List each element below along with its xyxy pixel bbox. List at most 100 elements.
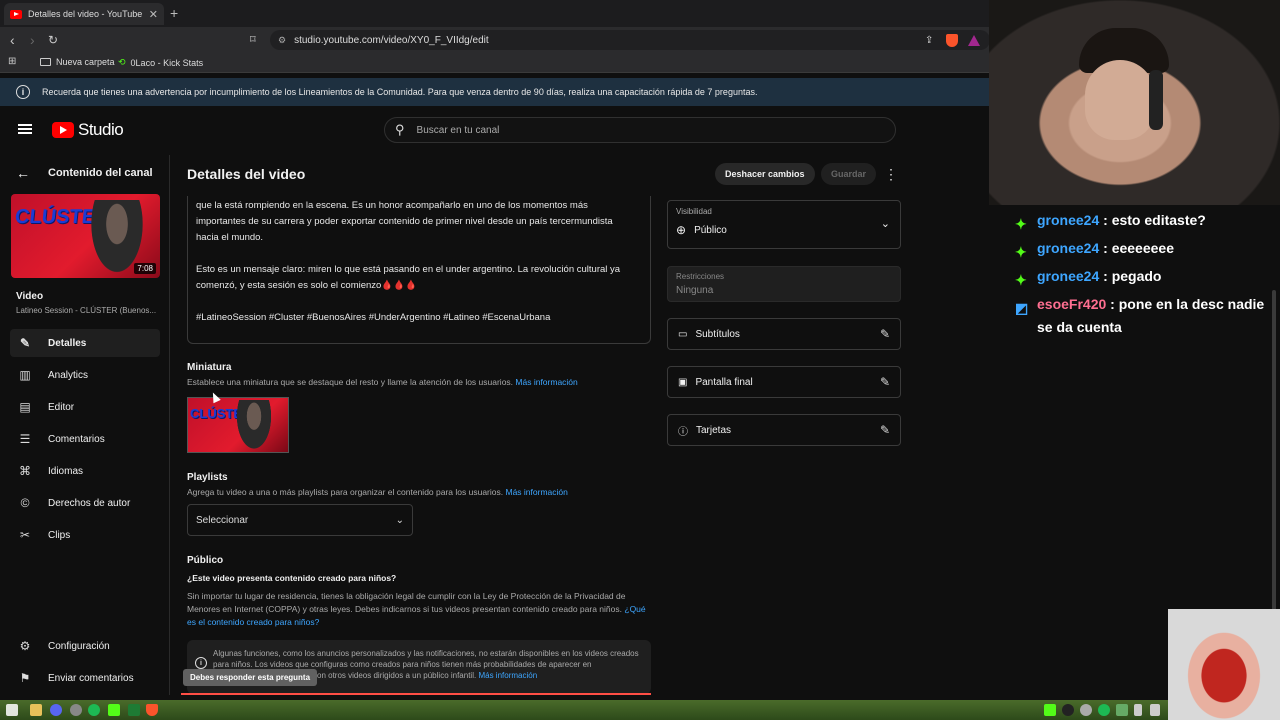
chat-message: ✦ gronee24 : eeeeeeee bbox=[1015, 237, 1267, 260]
sidebar-item-details[interactable]: ✎ Detalles bbox=[10, 329, 160, 357]
info-card-icon: ⓘ bbox=[678, 426, 688, 438]
sidebar-item-label: Comentarios bbox=[48, 433, 105, 445]
studio-logo[interactable]: Studio bbox=[52, 120, 124, 140]
coppa-text: Sin importar tu lugar de residencia, tie… bbox=[187, 590, 653, 629]
cards-card[interactable]: ⓘ Tarjetas ✎ bbox=[667, 414, 901, 446]
webcam-overlay bbox=[989, 0, 1280, 205]
thumbnail-option[interactable]: CLÚSTER bbox=[187, 397, 289, 453]
banner-text: Recuerda que tienes una advertencia por … bbox=[42, 87, 758, 97]
more-options-icon[interactable]: ⋮ bbox=[884, 166, 898, 183]
tray-app-icon[interactable] bbox=[1080, 704, 1092, 716]
feedback-icon: ⚑ bbox=[19, 671, 31, 685]
tab-title: Detalles del video - YouTube Stu bbox=[28, 9, 143, 19]
back-label: Contenido del canal bbox=[48, 167, 153, 179]
file-explorer-icon[interactable] bbox=[30, 704, 42, 716]
playlists-sub-text: Agrega tu video a una o más playlists pa… bbox=[187, 487, 504, 497]
playlist-select[interactable]: Seleccionar ⌄ bbox=[187, 504, 413, 536]
search-input[interactable]: ⚲ Buscar en tu canal bbox=[384, 117, 896, 143]
playlists-more-info-link[interactable]: Más información bbox=[505, 487, 567, 497]
reload-icon[interactable]: ↻ bbox=[48, 33, 58, 47]
bookmark-kick-stats[interactable]: ⟲ 0Laco - Kick Stats bbox=[118, 57, 203, 68]
sidebar-item-label: Detalles bbox=[48, 337, 87, 349]
warning-banner[interactable]: i Recuerda que tienes una advertencia po… bbox=[0, 78, 989, 106]
windows-start-icon[interactable] bbox=[6, 704, 18, 716]
pencil-icon[interactable]: ✎ bbox=[880, 375, 890, 389]
visibility-card[interactable]: Visibilidad ⊕ Público ⌄ bbox=[667, 200, 901, 249]
subscriber-badge-icon: ◩ bbox=[1015, 300, 1029, 316]
chat-text: : pegado bbox=[1103, 268, 1162, 284]
headset-shape bbox=[1149, 70, 1163, 130]
notice-more-info-link[interactable]: Más información bbox=[478, 671, 537, 680]
chat-message: ✦ gronee24 : pegado bbox=[1015, 265, 1267, 288]
thumbnail-more-info-link[interactable]: Más información bbox=[515, 377, 577, 387]
pencil-icon[interactable]: ✎ bbox=[880, 423, 890, 437]
playlists-heading: Playlists bbox=[187, 472, 228, 483]
new-tab-icon[interactable]: + bbox=[170, 5, 178, 21]
save-button[interactable]: Guardar bbox=[821, 163, 877, 185]
undo-changes-button[interactable]: Deshacer cambios bbox=[715, 163, 815, 185]
url-field[interactable]: ⚙ studio.youtube.com/video/XY0_F_VIIdg/e… bbox=[270, 30, 990, 50]
secondary-camera-overlay bbox=[1168, 609, 1280, 720]
sidebar-item-analytics[interactable]: ▥ Analytics bbox=[10, 361, 160, 389]
sidebar-item-feedback[interactable]: ⚑ Enviar comentarios bbox=[10, 664, 160, 692]
sidebar-item-label: Clips bbox=[48, 529, 71, 541]
browser-tab[interactable]: Detalles del video - YouTube Stu ✕ bbox=[4, 3, 164, 25]
pencil-icon: ✎ bbox=[19, 336, 31, 350]
error-outline bbox=[181, 693, 651, 695]
site-info-icon[interactable]: ⚙ bbox=[278, 35, 286, 46]
brave-shield-icon[interactable] bbox=[946, 33, 958, 47]
thumbnail-heading: Miniatura bbox=[187, 362, 232, 373]
end-screen-icon: ▣ bbox=[678, 376, 688, 388]
sidebar-item-settings[interactable]: ⚙ Configuración bbox=[10, 632, 160, 660]
chat-text: : esto editaste? bbox=[1103, 212, 1206, 228]
subtitles-label: Subtítulos bbox=[695, 328, 740, 340]
kick-logo-icon: ⟲ bbox=[118, 57, 126, 67]
bookmarks-bar: ⊞ Nueva carpeta ⟲ 0Laco - Kick Stats bbox=[0, 53, 989, 73]
bookmark-label: 0Laco - Kick Stats bbox=[130, 57, 204, 68]
made-for-kids-question: ¿Este video presenta contenido creado pa… bbox=[187, 573, 397, 583]
tray-kick-icon[interactable] bbox=[1044, 704, 1056, 716]
discord-icon[interactable] bbox=[50, 704, 62, 716]
bookmark-folder[interactable]: Nueva carpeta bbox=[40, 57, 115, 67]
bookmark-icon[interactable]: ⌑ bbox=[250, 33, 256, 46]
subtitles-card[interactable]: ▭ Subtítulos ✎ bbox=[667, 318, 901, 350]
sparkle-badge-icon: ✦ bbox=[1015, 244, 1027, 260]
spotify-icon[interactable] bbox=[88, 704, 100, 716]
sidebar-item-label: Editor bbox=[48, 401, 75, 413]
github-icon[interactable] bbox=[70, 704, 82, 716]
rewards-icon[interactable] bbox=[968, 34, 980, 46]
info-icon: i bbox=[16, 85, 30, 99]
kick-icon[interactable] bbox=[108, 704, 120, 716]
sidebar-item-editor[interactable]: ▤ Editor bbox=[10, 393, 160, 421]
forward-icon[interactable]: › bbox=[30, 32, 35, 48]
restrictions-label: Restricciones bbox=[676, 272, 725, 281]
chat-user: gronee24 bbox=[1037, 240, 1100, 256]
description-field[interactable]: que la está rompiendo en la escena. Es u… bbox=[187, 196, 651, 344]
chat-text: : eeeeeeee bbox=[1103, 240, 1174, 256]
close-tab-icon[interactable]: ✕ bbox=[149, 8, 158, 21]
share-icon[interactable]: ⇪ bbox=[925, 35, 933, 46]
tray-obs-icon[interactable] bbox=[1062, 704, 1074, 716]
languages-icon: ⌘ bbox=[19, 464, 31, 478]
tray-spotify-icon[interactable] bbox=[1098, 704, 1110, 716]
back-to-content-link[interactable]: ← Contenido del canal bbox=[16, 165, 153, 181]
end-screen-card[interactable]: ▣ Pantalla final ✎ bbox=[667, 366, 901, 398]
video-thumbnail[interactable]: CLÚSTER 7:08 bbox=[11, 194, 160, 278]
tray-volume-icon[interactable] bbox=[1150, 704, 1160, 716]
apps-grid-icon[interactable]: ⊞ bbox=[8, 56, 16, 67]
tray-nvidia-icon[interactable] bbox=[1116, 704, 1128, 716]
sidebar-item-label: Analytics bbox=[48, 369, 89, 381]
sidebar-item-clips[interactable]: ✂ Clips bbox=[10, 521, 160, 549]
sidebar-item-languages[interactable]: ⌘ Idiomas bbox=[10, 457, 160, 485]
comments-icon: ☰ bbox=[19, 432, 31, 446]
tray-battery-icon[interactable] bbox=[1134, 704, 1142, 716]
brave-icon[interactable] bbox=[146, 704, 158, 716]
sidebar-item-comments[interactable]: ☰ Comentarios bbox=[10, 425, 160, 453]
sidebar-item-copyright[interactable]: © Derechos de autor bbox=[10, 489, 160, 517]
back-icon[interactable]: ‹ bbox=[10, 32, 15, 48]
pencil-icon[interactable]: ✎ bbox=[880, 327, 890, 341]
menu-icon[interactable] bbox=[18, 124, 32, 134]
visibility-label: Visibilidad bbox=[676, 207, 712, 216]
app-icon[interactable] bbox=[128, 704, 140, 716]
sparkle-badge-icon: ✦ bbox=[1015, 216, 1027, 232]
